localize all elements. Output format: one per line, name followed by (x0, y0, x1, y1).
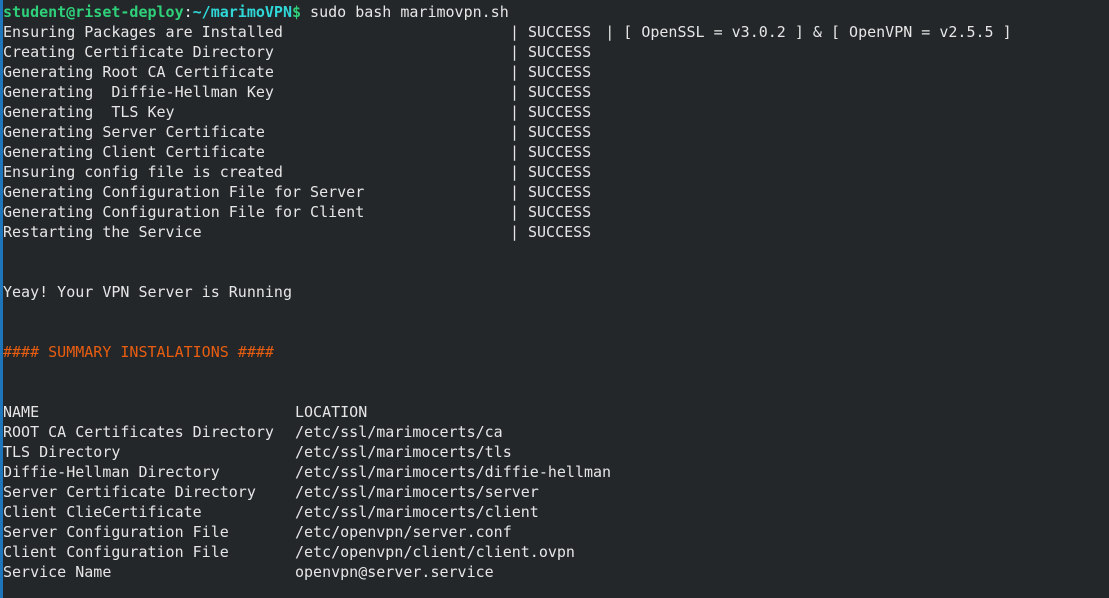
command-prompt-line: student@riset-deploy:~/marimoVPN$ sudo b… (3, 2, 1109, 22)
terminal-screen[interactable]: student@riset-deploy:~/marimoVPN$ sudo b… (3, 2, 1109, 598)
row-location: /etc/ssl/marimocerts/tls (295, 443, 512, 461)
row-name: Service Name (3, 563, 112, 581)
task-status: SUCCESS (528, 63, 592, 81)
running-message: Yeay! Your VPN Server is Running (3, 283, 292, 301)
task-status: SUCCESS (528, 103, 592, 121)
prompt-user-host: student@riset-deploy (3, 3, 184, 21)
task-label: Generating Configuration File for Server (3, 183, 365, 201)
task-row: Ensuring Packages are Installed | SUCCESS |… (3, 22, 1109, 42)
task-status: SUCCESS (528, 183, 592, 201)
task-status: SUCCESS (528, 43, 592, 61)
task-row: Generating Configuration File for Client… (3, 202, 1109, 222)
task-label: Generating Root CA Certificate (3, 63, 274, 81)
row-location: /etc/ssl/marimocerts/server (295, 483, 539, 501)
task-status: SUCCESS (528, 23, 592, 41)
task-label: Ensuring config file is created (3, 163, 283, 181)
task-separator: | (510, 203, 520, 221)
row-name: Server Certificate Directory (3, 483, 256, 501)
prompt-path: ~/marimoVPN (192, 3, 292, 21)
row-name: Client Configuration File (3, 543, 229, 561)
task-separator: | (510, 223, 520, 241)
task-row: Generating Client Certificate | SUCCESS (3, 142, 1109, 162)
column-header-name: NAME (3, 403, 40, 421)
prompt-dollar: $ (292, 3, 302, 21)
task-row: Restarting the Service | SUCCESS (3, 222, 1109, 242)
row-location: /etc/openvpn/client/client.ovpn (295, 543, 575, 561)
terminal-window[interactable]: student@riset-deploy:~/marimoVPN$ sudo b… (0, 0, 1109, 598)
task-row: Generating Root CA Certificate | SUCCESS (3, 62, 1109, 82)
task-label: Restarting the Service (3, 223, 202, 241)
task-row: Generating Diffie-Hellman Key | SUCCESS (3, 82, 1109, 102)
task-status: SUCCESS (528, 163, 592, 181)
task-label: Generating TLS Key (3, 103, 175, 121)
row-location: /etc/ssl/marimocerts/client (295, 503, 539, 521)
table-row: ROOT CA Certificates Directory/etc/ssl/m… (3, 422, 1109, 442)
task-separator: | (510, 143, 520, 161)
task-row: Ensuring config file is created | SUCCESS (3, 162, 1109, 182)
task-status: SUCCESS (528, 83, 592, 101)
table-row: Diffie-Hellman Directory/etc/ssl/marimoc… (3, 462, 1109, 482)
task-separator: | (510, 43, 520, 61)
table-row: Client ClieCertificate/etc/ssl/marimocer… (3, 502, 1109, 522)
task-label: Generating Diffie-Hellman Key (3, 83, 274, 101)
task-status: SUCCESS (528, 203, 592, 221)
table-row: Service Name openvpn@server.service (3, 562, 1109, 582)
task-separator: | (510, 123, 520, 141)
task-row: Generating TLS Key | SUCCESS (3, 102, 1109, 122)
task-status: SUCCESS (528, 123, 592, 141)
row-name: ROOT CA Certificates Directory (3, 423, 274, 441)
task-version-info: | [ OpenSSL = v3.0.2 ] & [ OpenVPN = v2.… (605, 23, 1012, 41)
row-name: Server Configuration File (3, 523, 229, 541)
column-header-location: LOCATION (295, 403, 368, 421)
row-location: /etc/openvpn/server.conf (295, 523, 512, 541)
task-separator: | (510, 183, 520, 201)
row-location: /etc/ssl/marimocerts/ca (295, 423, 503, 441)
task-status: SUCCESS (528, 143, 592, 161)
task-row: Generating Server Certificate | SUCCESS (3, 122, 1109, 142)
row-location: /etc/ssl/marimocerts/diffie-hellman (295, 463, 612, 481)
row-name: TLS Directory (3, 443, 121, 461)
task-row: Creating Certificate Directory | SUCCESS (3, 42, 1109, 62)
row-name: Client ClieCertificate (3, 503, 202, 521)
task-separator: | (510, 83, 520, 101)
table-row: TLS Directory/etc/ssl/marimocerts/tls (3, 442, 1109, 462)
summary-table-header: NAME LOCATION (3, 402, 1109, 422)
task-label: Generating Server Certificate (3, 123, 265, 141)
task-separator: | (510, 103, 520, 121)
task-separator: | (510, 23, 520, 41)
summary-heading: #### SUMMARY INSTALATIONS #### (3, 343, 274, 361)
table-row: Server Configuration File/etc/openvpn/se… (3, 522, 1109, 542)
table-row: Server Certificate Directory/etc/ssl/mar… (3, 482, 1109, 502)
task-status: SUCCESS (528, 223, 592, 241)
row-name: Diffie-Hellman Directory (3, 463, 220, 481)
task-label: Creating Certificate Directory (3, 43, 274, 61)
task-label: Generating Configuration File for Client (3, 203, 365, 221)
task-label: Generating Client Certificate (3, 143, 265, 161)
task-row: Generating Configuration File for Server… (3, 182, 1109, 202)
prompt-colon: : (183, 3, 193, 21)
row-location: openvpn@server.service (295, 563, 494, 581)
entered-command: sudo bash marimovpn.sh (301, 3, 509, 21)
task-separator: | (510, 163, 520, 181)
task-label: Ensuring Packages are Installed (3, 23, 283, 41)
table-row: Client Configuration File/etc/openvpn/cl… (3, 542, 1109, 562)
task-separator: | (510, 63, 520, 81)
